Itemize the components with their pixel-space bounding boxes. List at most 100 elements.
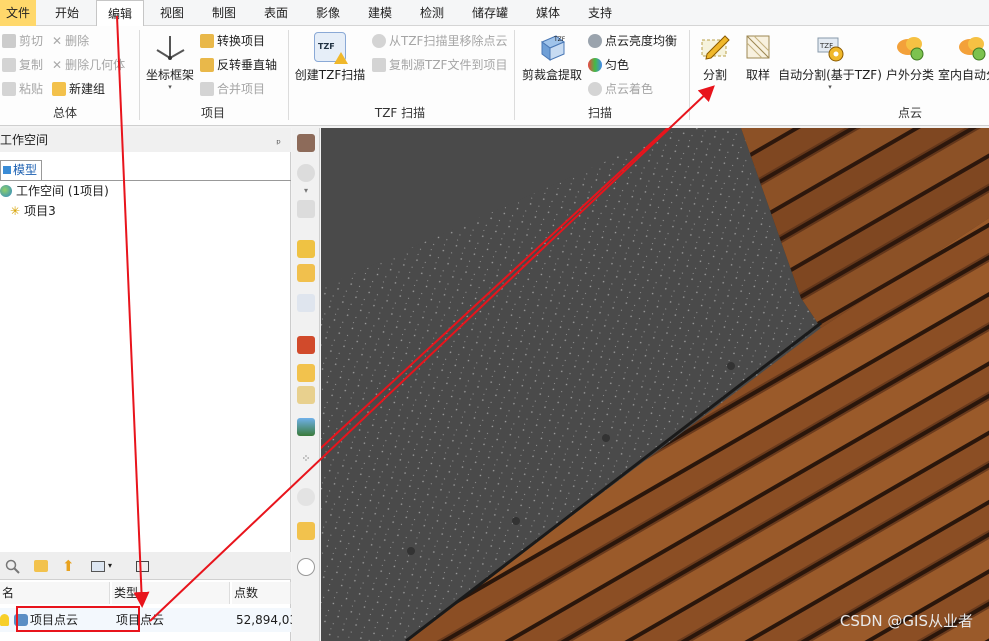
warning-icon[interactable] — [297, 364, 315, 382]
up-arrow-icon[interactable]: ⬆ — [58, 556, 80, 578]
render-icon[interactable] — [297, 336, 315, 354]
group-divider — [514, 30, 515, 120]
copy-file-icon — [372, 58, 386, 72]
outdoor-cloud-icon — [894, 32, 926, 62]
sample-button[interactable]: 取样 — [740, 32, 776, 83]
paste-icon — [2, 82, 16, 96]
pivot-icon[interactable] — [297, 240, 315, 258]
group-label-pointcloud: 点云 — [897, 106, 922, 120]
tab-edit[interactable]: 编辑 — [96, 0, 144, 27]
column-name[interactable]: 名 — [0, 582, 110, 604]
tab-media[interactable]: 媒体 — [526, 0, 570, 26]
tab-image[interactable]: 影像 — [306, 0, 350, 26]
document-icon[interactable] — [297, 294, 315, 312]
coord-frame-button[interactable]: 坐标框架 ▾ — [144, 32, 196, 91]
cloud-brightness-icon — [588, 34, 602, 48]
outdoor-classify-button[interactable]: 户外分类 — [884, 32, 936, 83]
indoor-cloud-icon — [956, 32, 988, 62]
auto-segment-icon: TZF — [814, 32, 846, 62]
vertical-toolbar: ▾ ⁘ — [292, 128, 320, 641]
delete-x-icon: ✕ — [52, 58, 63, 72]
view-mode-icon[interactable]: ▾ — [88, 556, 118, 578]
delete-geometry-button[interactable]: ✕ 删除几何体 — [52, 56, 125, 74]
copy-button[interactable]: 复制 — [2, 56, 43, 74]
landscape-icon[interactable] — [297, 418, 315, 436]
page-icon[interactable] — [297, 200, 315, 218]
ribbon: 剪切 ✕ 删除 复制 ✕ 删除几何体 粘贴 新建组 总体 坐标框架 ▾ 转换项目 反转… — [0, 26, 989, 126]
tab-file[interactable]: 文件 — [0, 0, 36, 26]
workspace-title-bar: 工作空间 ᵖ — [0, 128, 291, 152]
annotation-arrow-overlay — [321, 128, 670, 450]
merge-items-button[interactable]: 合并项目 — [200, 80, 265, 98]
cloud-small-icon[interactable] — [297, 488, 315, 506]
clip-box-extract-button[interactable]: TZF 剪裁盒提取 — [520, 32, 584, 83]
flip-icon — [200, 58, 214, 72]
copy-icon — [2, 58, 16, 72]
cut-button[interactable]: 剪切 — [2, 32, 43, 50]
tab-view[interactable]: 视图 — [150, 0, 194, 26]
group-divider — [139, 30, 140, 120]
row-points: 52,894,03 — [236, 613, 298, 627]
preview-icon[interactable] — [132, 556, 154, 578]
new-group-button[interactable]: 新建组 — [52, 80, 105, 98]
tab-underline — [0, 180, 291, 181]
sample-grid-icon — [742, 32, 774, 62]
layer-icon[interactable] — [297, 386, 315, 404]
remove-cloud-icon — [372, 34, 386, 48]
tab-home[interactable]: 开始 — [44, 0, 90, 26]
folder-icon — [52, 82, 66, 96]
group-label-general: 总体 — [52, 106, 77, 120]
tree-node-workspace[interactable]: 工作空间 (1项目) — [0, 182, 109, 199]
bulb-icon[interactable] — [0, 610, 9, 630]
create-tzf-button[interactable]: TZF 创建TZF扫描 — [294, 32, 366, 83]
image-icon[interactable] — [297, 522, 315, 540]
convert-icon — [200, 34, 214, 48]
pin-icon[interactable]: ᵖ — [276, 132, 281, 156]
convert-item-button[interactable]: 转换项目 — [200, 32, 265, 50]
tree-node-project[interactable]: ✳ 项目3 — [10, 202, 56, 219]
circle-icon[interactable] — [297, 558, 315, 576]
group-label-scan: 扫描 — [587, 106, 612, 120]
svg-text:TZF: TZF — [553, 36, 566, 43]
chevron-down-icon: ▾ — [828, 83, 832, 91]
remove-cloud-from-tzf-button[interactable]: 从TZF扫描里移除点云 — [372, 32, 507, 50]
copy-source-tzf-button[interactable]: 复制源TZF文件到项目 — [372, 56, 507, 74]
cloud-coloring-button[interactable]: 点云着色 — [588, 80, 653, 98]
palette-icon — [588, 58, 602, 72]
new-folder-icon[interactable] — [30, 556, 52, 578]
merge-icon — [200, 82, 214, 96]
column-points[interactable]: 点数 — [232, 582, 291, 604]
tzf-create-icon: TZF — [314, 32, 348, 64]
points-icon[interactable]: ⁘ — [297, 452, 315, 470]
watermark: CSDN @GIS从业者 — [839, 612, 973, 630]
group-label-tzf: TZF 扫描 — [374, 106, 426, 120]
tab-support[interactable]: 支持 — [578, 0, 622, 26]
project-sparkle-icon: ✳ — [10, 203, 21, 218]
uniform-color-button[interactable]: 匀色 — [588, 56, 629, 74]
workspace-panel: 工作空间 ᵖ 模型 工作空间 (1项目) ✳ 项目3 — [0, 128, 291, 552]
point-cloud-viewport[interactable]: CSDN @GIS从业者 — [321, 128, 989, 641]
group-divider — [288, 30, 289, 120]
brightness-balance-button[interactable]: 点云亮度均衡 — [588, 32, 677, 50]
tab-model[interactable]: 模型 — [0, 160, 42, 180]
tab-drawing[interactable]: 制图 — [202, 0, 246, 26]
tab-tanks[interactable]: 储存罐 — [462, 0, 518, 26]
column-type[interactable]: 类型 — [112, 582, 230, 604]
model-tab-icon — [3, 166, 11, 174]
menu-bar: 文件 开始 编辑 视图 制图 表面 影像 建模 检测 储存罐 媒体 支持 — [0, 0, 989, 27]
frame-icon[interactable] — [297, 264, 315, 282]
delete-button[interactable]: ✕ 删除 — [52, 32, 89, 50]
segment-button[interactable]: 分割 — [696, 32, 734, 83]
search-icon[interactable] — [2, 556, 24, 578]
clip-box-icon: TZF — [536, 32, 568, 62]
flip-vertical-button[interactable]: 反转垂直轴 — [200, 56, 277, 74]
tab-surface[interactable]: 表面 — [254, 0, 298, 26]
cloud-icon[interactable] — [297, 164, 315, 182]
paste-button[interactable]: 粘贴 — [2, 80, 43, 98]
globe-icon — [0, 184, 12, 197]
auto-segment-button[interactable]: TZF 自动分割(基于TZF) ▾ — [778, 32, 882, 91]
indoor-classify-button[interactable]: 室内自动分 — [938, 32, 989, 83]
cube-view-icon[interactable] — [297, 134, 315, 152]
tab-inspection[interactable]: 检测 — [410, 0, 454, 26]
tab-modeling[interactable]: 建模 — [358, 0, 402, 26]
